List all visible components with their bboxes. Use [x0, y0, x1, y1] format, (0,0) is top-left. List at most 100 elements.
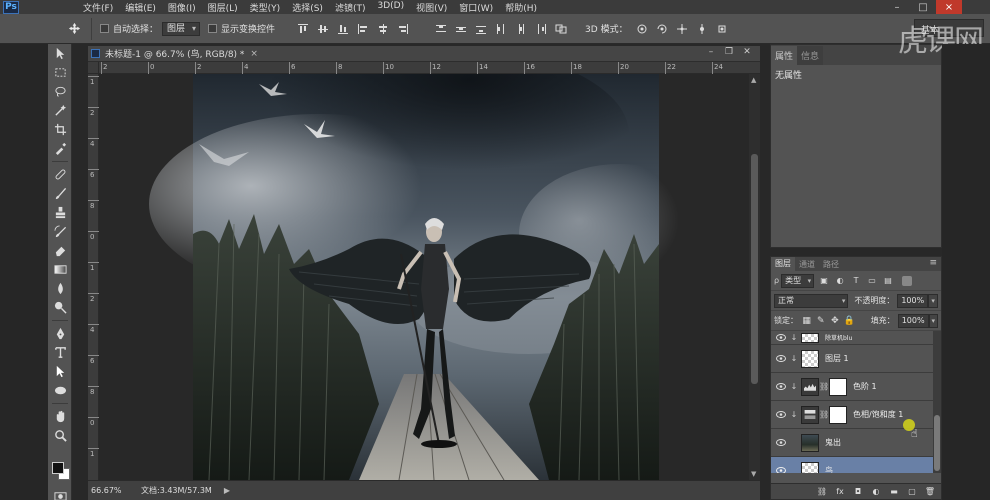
opacity-input[interactable]: 100% [897, 293, 929, 308]
visibility-eye-icon[interactable] [773, 355, 789, 362]
new-group-icon[interactable]: ▬ [887, 486, 901, 498]
clone-stamp-tool-icon[interactable] [48, 203, 72, 222]
distribute-left-icon[interactable] [493, 22, 509, 36]
filter-toggle[interactable] [902, 275, 913, 286]
filter-pixel-icon[interactable]: ▣ [818, 275, 830, 287]
zoom-tool-icon[interactable] [48, 426, 72, 445]
layer-name[interactable]: 色相/饱和度 1 [853, 409, 903, 420]
filter-type-icon[interactable]: T [850, 275, 862, 287]
path-select-tool-icon[interactable] [48, 362, 72, 381]
filter-shape-icon[interactable]: ▭ [866, 275, 878, 287]
gradient-tool-icon[interactable] [48, 260, 72, 279]
lock-position-icon[interactable]: ✥ [829, 315, 840, 327]
show-transform-checkbox[interactable] [208, 24, 218, 33]
workspace-switcher[interactable]: 基本 [914, 19, 984, 37]
extra-tools-icon[interactable] [48, 445, 72, 453]
menu-window[interactable]: 窗口(W) [453, 1, 499, 14]
brush-tool-icon[interactable] [48, 184, 72, 203]
artwork-image[interactable] [99, 74, 749, 480]
eyedropper-tool-icon[interactable] [48, 139, 72, 158]
align-vcenter-icon[interactable] [315, 22, 331, 36]
distribute-hcenter-icon[interactable] [513, 22, 529, 36]
auto-align-icon[interactable] [553, 22, 569, 36]
layer-filter-dropdown[interactable]: 类型 [781, 273, 815, 288]
layer-name[interactable]: 色阶 1 [853, 381, 877, 392]
link-layers-icon[interactable]: ⛓ [815, 486, 829, 498]
foreground-color-swatch[interactable] [52, 462, 64, 474]
layer-mask-thumbnail[interactable] [829, 377, 847, 396]
history-brush-tool-icon[interactable] [48, 222, 72, 241]
scroll-down-icon[interactable]: ▼ [751, 470, 756, 478]
lock-image-icon[interactable]: ✎ [815, 315, 826, 327]
align-top-icon[interactable] [295, 22, 311, 36]
close-icon[interactable]: × [936, 0, 962, 14]
minimize-icon[interactable]: – [884, 0, 910, 14]
visibility-eye-icon[interactable] [773, 334, 789, 341]
layer-row[interactable]: ↓ 除草机blu [771, 331, 941, 345]
add-mask-icon[interactable]: ◘ [851, 486, 865, 498]
menu-type[interactable]: 类型(Y) [244, 1, 287, 14]
eraser-tool-icon[interactable] [48, 241, 72, 260]
blend-mode-dropdown[interactable]: 正常 [774, 293, 849, 308]
filter-smart-object-icon[interactable]: ▤ [882, 275, 894, 287]
healing-brush-tool-icon[interactable] [48, 165, 72, 184]
dodge-tool-icon[interactable] [48, 298, 72, 317]
canvas-area[interactable] [99, 74, 749, 480]
visibility-eye-icon[interactable] [773, 439, 789, 446]
horizontal-ruler[interactable]: 2 0 2 4 6 8 10 12 14 16 18 20 22 24 [99, 62, 760, 74]
move-tool-icon[interactable] [48, 44, 72, 63]
crop-tool-icon[interactable] [48, 120, 72, 139]
rotate-3d-icon[interactable] [634, 22, 650, 36]
tab-properties[interactable]: 属性 [771, 46, 798, 65]
link-icon[interactable]: ⛓ [819, 410, 829, 419]
link-icon[interactable]: ⛓ [819, 382, 829, 391]
menu-layer[interactable]: 图层(L) [202, 1, 244, 14]
scale-3d-icon[interactable] [714, 22, 730, 36]
visibility-eye-icon[interactable] [773, 383, 789, 390]
scroll-up-icon[interactable]: ▲ [751, 76, 756, 84]
layer-row[interactable]: ↓ ⛓ 色相/饱和度 1 [771, 401, 941, 429]
vertical-ruler[interactable]: 1 2 4 6 8 0 1 2 4 6 8 0 1 [88, 74, 99, 480]
filter-adjustment-icon[interactable]: ◐ [834, 275, 846, 287]
layer-row-selected[interactable]: 鸟 [771, 457, 941, 473]
tab-info[interactable]: 信息 [797, 46, 824, 65]
menu-filter[interactable]: 滤镜(T) [329, 1, 372, 14]
quick-mask-icon[interactable] [48, 487, 72, 500]
layer-row[interactable]: ↓ 图层 1 [771, 345, 941, 373]
quick-select-tool-icon[interactable] [48, 101, 72, 120]
pen-tool-icon[interactable] [48, 324, 72, 343]
close-document-icon[interactable]: × [250, 49, 258, 59]
slide-3d-icon[interactable] [694, 22, 710, 36]
lasso-tool-icon[interactable] [48, 82, 72, 101]
align-hcenter-icon[interactable] [375, 22, 391, 36]
distribute-top-icon[interactable] [433, 22, 449, 36]
new-adjustment-icon[interactable]: ◐ [869, 486, 883, 498]
new-layer-icon[interactable]: ▢ [905, 486, 919, 498]
ruler-origin[interactable] [88, 62, 99, 74]
scroll-thumb[interactable] [751, 154, 758, 384]
visibility-eye-icon[interactable] [773, 467, 789, 473]
status-menu-icon[interactable]: ▶ [224, 486, 230, 495]
menu-3d[interactable]: 3D(D) [371, 1, 410, 14]
fill-arrow-icon[interactable]: ▾ [928, 313, 938, 328]
tab-channels[interactable]: 通道 [795, 259, 819, 270]
fill-input[interactable]: 100% [897, 313, 929, 328]
lock-transparent-icon[interactable]: ▦ [801, 315, 812, 327]
align-bottom-icon[interactable] [335, 22, 351, 36]
layers-scroll-thumb[interactable] [934, 415, 940, 471]
menu-select[interactable]: 选择(S) [286, 1, 329, 14]
layer-mask-thumbnail[interactable] [829, 405, 847, 424]
tab-layers[interactable]: 图层 [771, 257, 795, 271]
menu-image[interactable]: 图像(I) [162, 1, 202, 14]
menu-file[interactable]: 文件(F) [77, 1, 119, 14]
color-swatches[interactable] [48, 457, 72, 487]
tab-paths[interactable]: 路径 [819, 259, 843, 270]
marquee-tool-icon[interactable] [48, 63, 72, 82]
layers-scrollbar[interactable] [933, 331, 941, 473]
layer-style-icon[interactable]: fx [833, 486, 847, 498]
lock-all-icon[interactable]: 🔒 [843, 315, 854, 327]
zoom-level[interactable]: 66.67% [91, 486, 131, 495]
panel-menu-icon[interactable]: ≡ [929, 258, 937, 268]
shape-tool-icon[interactable] [48, 381, 72, 400]
align-right-icon[interactable] [395, 22, 411, 36]
